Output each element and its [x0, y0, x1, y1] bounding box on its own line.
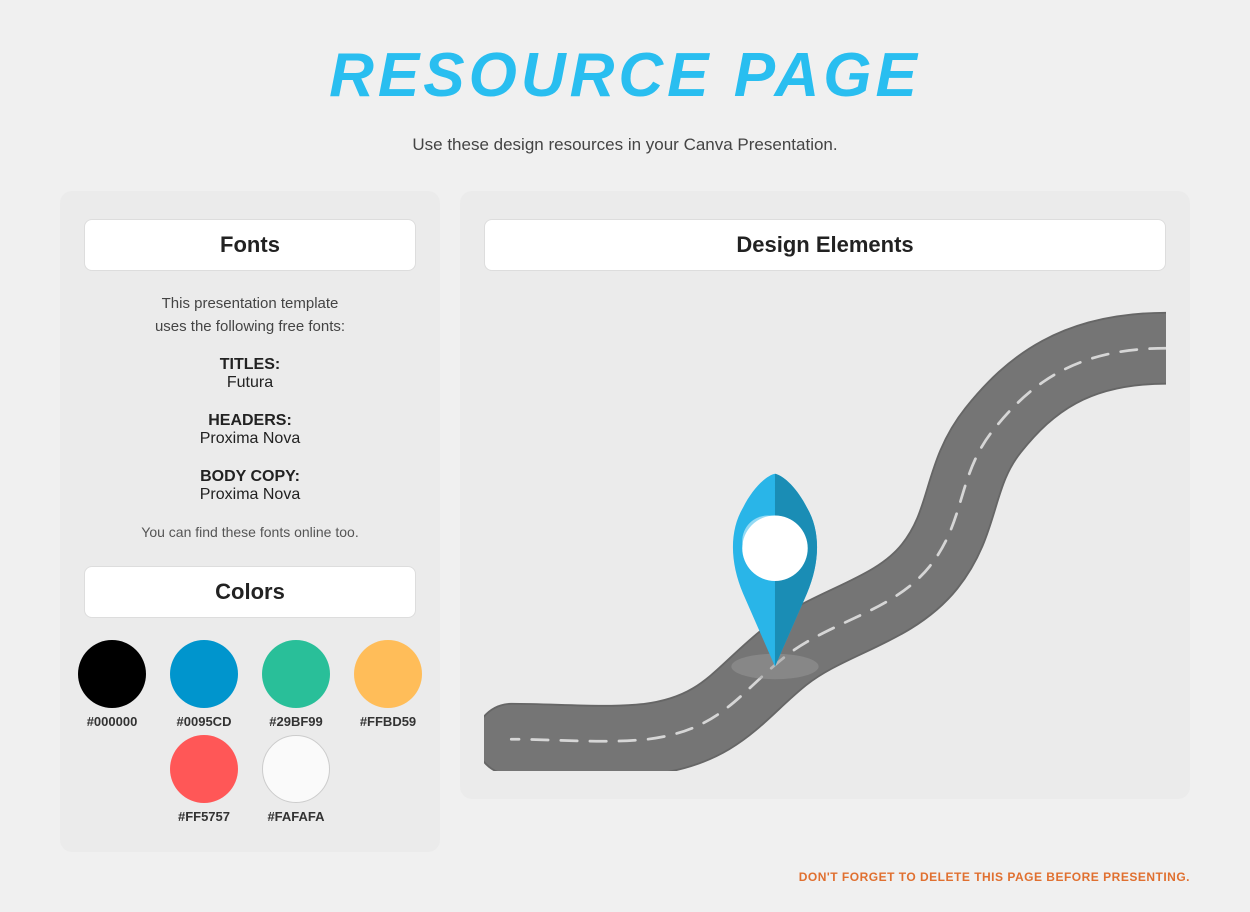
fonts-label: Fonts [84, 219, 416, 271]
design-elements-area [484, 271, 1166, 771]
swatch-label-white: #FAFAFA [267, 809, 324, 824]
swatch-row-2: #FF5757 #FAFAFA [170, 735, 330, 824]
titles-label: TITLES: [220, 356, 280, 373]
body-font: Proxima Nova [84, 486, 416, 504]
swatch-black: #000000 [78, 640, 146, 729]
swatch-label-yellow: #FFBD59 [360, 714, 416, 729]
body-font-entry: BODY COPY: Proxima Nova [84, 468, 416, 504]
design-elements-label: Design Elements [484, 219, 1166, 271]
page-subtitle: Use these design resources in your Canva… [60, 135, 1190, 155]
body-label: BODY COPY: [200, 468, 300, 485]
swatch-red: #FF5757 [170, 735, 238, 824]
swatch-green: #29BF99 [262, 640, 330, 729]
swatch-circle-white [262, 735, 330, 803]
swatch-circle-black [78, 640, 146, 708]
headers-font: Proxima Nova [84, 430, 416, 448]
titles-font-entry: TITLES: Futura [84, 356, 416, 392]
left-panel: Fonts This presentation template uses th… [60, 191, 440, 852]
fonts-note: You can find these fonts online too. [84, 524, 416, 540]
swatch-white: #FAFAFA [262, 735, 330, 824]
design-svg [484, 271, 1166, 771]
panels-row: Fonts This presentation template uses th… [60, 191, 1190, 852]
titles-font: Futura [84, 374, 416, 392]
fonts-description: This presentation template uses the foll… [84, 293, 416, 338]
headers-label: HEADERS: [208, 412, 292, 429]
headers-font-entry: HEADERS: Proxima Nova [84, 412, 416, 448]
swatch-label-black: #000000 [87, 714, 138, 729]
footer-note: DON'T FORGET TO DELETE THIS PAGE BEFORE … [799, 870, 1190, 884]
color-swatches: #000000 #0095CD #29BF99 #FFBD59 [84, 640, 416, 824]
swatch-circle-red [170, 735, 238, 803]
swatch-circle-green [262, 640, 330, 708]
page-title: RESOURCE PAGE [60, 40, 1190, 111]
swatch-label-red: #FF5757 [178, 809, 230, 824]
swatch-circle-yellow [354, 640, 422, 708]
right-panel: Design Elements [460, 191, 1190, 799]
swatch-row-1: #000000 #0095CD #29BF99 #FFBD59 [78, 640, 422, 729]
swatch-label-green: #29BF99 [269, 714, 322, 729]
swatch-label-blue: #0095CD [177, 714, 232, 729]
swatch-yellow: #FFBD59 [354, 640, 422, 729]
colors-label: Colors [84, 566, 416, 618]
swatch-blue: #0095CD [170, 640, 238, 729]
swatch-circle-blue [170, 640, 238, 708]
